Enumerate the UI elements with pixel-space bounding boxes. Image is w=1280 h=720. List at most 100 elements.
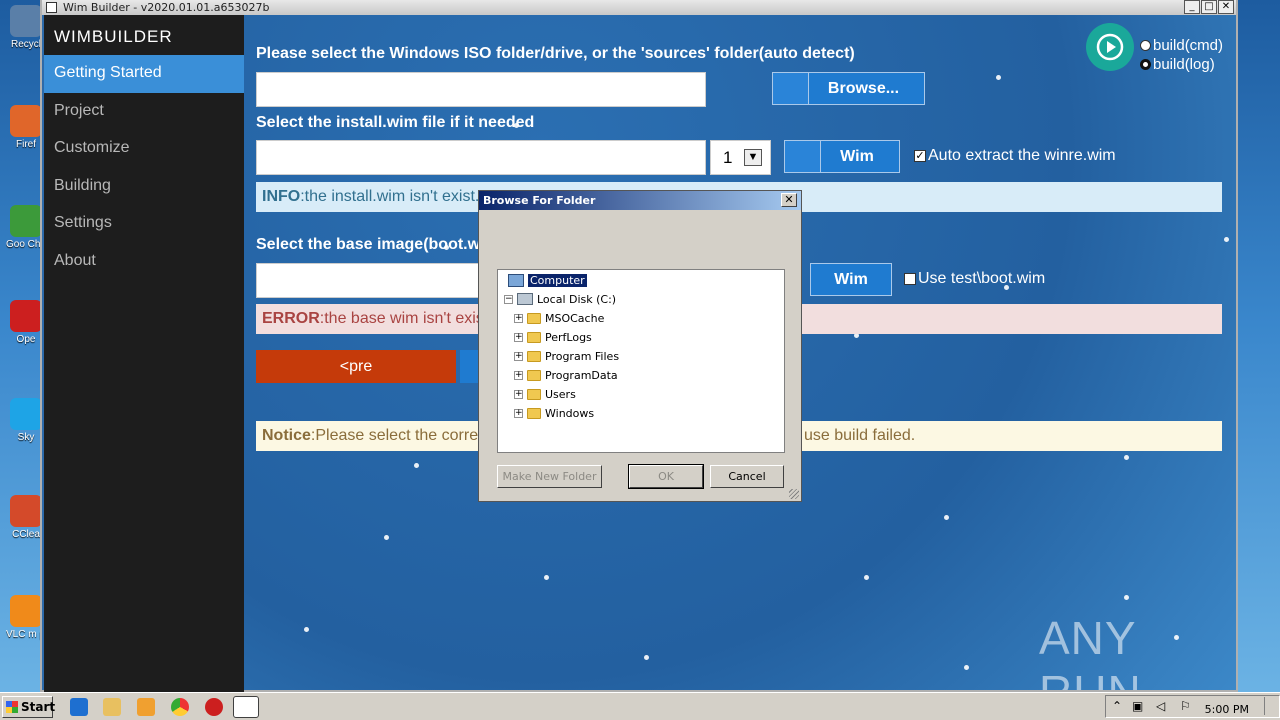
tree-item-label: PerfLogs [545, 330, 592, 344]
tree-item[interactable]: Computer [508, 271, 587, 289]
minimize-button[interactable]: _ [1184, 0, 1200, 14]
tree-item[interactable]: + Program Files [514, 347, 619, 365]
use-test-bootwim-checkbox[interactable]: Use test\boot.wim [904, 270, 1045, 288]
wim-button-label: Wim [840, 148, 874, 165]
expand-icon[interactable]: + [514, 389, 523, 399]
explorer-icon[interactable] [103, 698, 121, 716]
folder-icon [527, 407, 541, 419]
clock[interactable]: 5:00 PM [1205, 703, 1249, 716]
iso-path-input[interactable] [256, 72, 706, 107]
chrome-icon[interactable] [171, 698, 189, 716]
desktop-app-icon [10, 105, 42, 137]
error-text: :the base wim isn't exis [319, 310, 484, 327]
browse-button[interactable]: Browse... [772, 72, 925, 105]
window-titlebar[interactable]: Wim Builder - v2020.01.01.a653027b _ □ ✕ [42, 0, 1236, 15]
sidebar-item-about[interactable]: About [44, 243, 244, 281]
previous-button[interactable]: <pre [256, 350, 456, 383]
wim-index-select[interactable]: 1 ▼ [710, 140, 771, 175]
cancel-button[interactable]: Cancel [710, 465, 784, 488]
build-cmd-radio[interactable]: build(cmd) [1140, 37, 1223, 54]
opera-icon[interactable] [205, 698, 223, 716]
brand-title: WIMBUILDER [54, 27, 173, 46]
expand-icon[interactable]: + [514, 313, 523, 323]
snowflake [304, 627, 309, 632]
radio-unselected-icon [1140, 40, 1151, 51]
tree-item[interactable]: + PerfLogs [514, 328, 592, 346]
sidebar-item-settings[interactable]: Settings [44, 205, 244, 243]
auto-extract-label: Auto extract the winre.wim [928, 147, 1116, 164]
expand-icon[interactable]: + [514, 332, 523, 342]
collapse-icon[interactable]: − [504, 294, 513, 304]
maximize-button[interactable]: □ [1201, 0, 1217, 14]
tree-item[interactable]: + Users [514, 385, 576, 403]
flag-icon[interactable]: ⚐ [1180, 699, 1191, 713]
desktop-app-icon [10, 398, 42, 430]
tree-item-label: Windows [545, 406, 595, 420]
system-tray: ⌃ ▣ ◁ ⚐ 5:00 PM [1105, 695, 1280, 718]
build-log-label: build(log) [1153, 56, 1215, 73]
network-icon[interactable]: ▣ [1132, 699, 1143, 713]
sidebar-item-building[interactable]: Building [44, 168, 244, 206]
radio-selected-icon [1140, 59, 1151, 70]
pre-button-label: <pre [339, 358, 373, 375]
install-wim-input[interactable] [256, 140, 706, 175]
expand-icon[interactable]: + [514, 351, 523, 361]
dialog-titlebar[interactable]: Browse For Folder ✕ [479, 191, 801, 210]
sidebar-item-project[interactable]: Project [44, 93, 244, 131]
tree-item[interactable]: + ProgramData [514, 366, 618, 384]
snowflake [644, 655, 649, 660]
snowflake [964, 665, 969, 670]
build-log-radio[interactable]: build(log) [1140, 56, 1215, 73]
ie-icon[interactable] [70, 698, 88, 716]
show-desktop-button[interactable] [1264, 697, 1278, 715]
ok-button[interactable]: OK [628, 464, 704, 489]
watermark: ANY RUN [1039, 612, 1141, 690]
desktop-app-icon [10, 205, 42, 237]
sidebar-item-customize[interactable]: Customize [44, 130, 244, 168]
sidebar-item-getting-started[interactable]: Getting Started [44, 55, 244, 93]
dialog-close-button[interactable]: ✕ [781, 193, 797, 207]
volume-icon[interactable]: ◁ [1156, 699, 1165, 713]
dialog-title: Browse For Folder [483, 194, 596, 207]
expand-icon[interactable]: + [514, 370, 523, 380]
checkbox-checked-icon: ✓ [914, 150, 926, 162]
base-wim-button[interactable]: Wim [810, 263, 892, 296]
tree-item[interactable]: + MSOCache [514, 309, 604, 327]
checkbox-unchecked-icon [904, 273, 916, 285]
desktop-app-icon [10, 300, 42, 332]
iso-label: Please select the Windows ISO folder/dri… [256, 45, 855, 62]
wim-index-value: 1 [723, 147, 733, 167]
build-cmd-label: build(cmd) [1153, 37, 1224, 54]
snowflake [996, 75, 1001, 80]
build-play-button[interactable] [1086, 23, 1134, 71]
computer-icon [508, 273, 524, 287]
snowflake [1124, 595, 1129, 600]
resize-grip[interactable] [789, 489, 799, 499]
use-test-label: Use test\boot.wim [918, 270, 1046, 287]
tree-item[interactable]: − Local Disk (C:) [504, 290, 616, 308]
browse-button-label: Browse... [827, 80, 900, 97]
tree-item-label: Program Files [545, 349, 620, 363]
folder-tree[interactable]: Computer − Local Disk (C:) + MSOCache + PerfLo… [497, 269, 785, 453]
folder-icon [527, 312, 541, 324]
desktop-app-icon [10, 595, 42, 627]
notice-tag: Notice [262, 427, 311, 444]
tray-expand-icon[interactable]: ⌃ [1112, 699, 1122, 713]
expand-icon[interactable]: + [514, 408, 523, 418]
desktop-app-icon [10, 5, 42, 37]
snowflake [414, 463, 419, 468]
close-button[interactable]: ✕ [1218, 0, 1234, 14]
tree-item-label: Local Disk (C:) [537, 292, 617, 306]
snowflake [944, 515, 949, 520]
auto-extract-checkbox[interactable]: ✓ Auto extract the winre.wim [914, 147, 1116, 165]
media-player-icon[interactable] [137, 698, 155, 716]
start-button[interactable]: Start [2, 696, 55, 718]
tree-item-label: Computer [528, 273, 587, 287]
tree-item[interactable]: + Windows [514, 404, 594, 422]
app-icon [46, 2, 57, 13]
folder-icon [527, 369, 541, 381]
info-tag: INFO [262, 188, 301, 205]
make-new-folder-button[interactable]: Make New Folder [497, 465, 602, 488]
wimbuilder-task-icon[interactable] [233, 696, 259, 718]
install-wim-button[interactable]: Wim [784, 140, 900, 173]
